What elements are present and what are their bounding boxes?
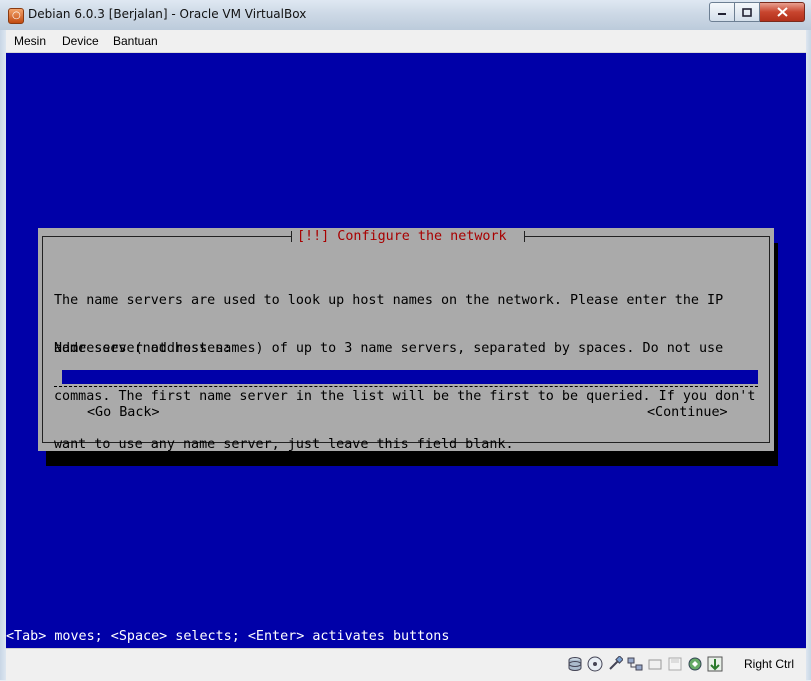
field-edge <box>54 370 62 386</box>
window-controls <box>709 2 805 22</box>
name-server-field <box>54 370 762 387</box>
dialog-border-top-right <box>524 236 770 237</box>
window-frame-right <box>806 30 811 680</box>
description-line: want to use any name server, just leave … <box>54 437 514 452</box>
window-title: Debian 6.0.3 [Berjalan] - Oracle VM Virt… <box>28 7 307 21</box>
description-line: commas. The first name server in the lis… <box>54 389 756 404</box>
maximize-button[interactable] <box>735 2 760 22</box>
title-tick-right <box>524 231 525 242</box>
title-bar: ○ Debian 6.0.3 [Berjalan] - Oracle VM Vi… <box>0 0 811 31</box>
name-server-input[interactable] <box>62 370 762 385</box>
dialog-title: [!!] Configure the network <box>297 229 507 244</box>
description-line: The name servers are used to look up hos… <box>54 293 724 308</box>
host-key-label: Right Ctrl <box>744 657 795 671</box>
status-bar: Right Ctrl <box>6 648 806 681</box>
minimize-icon <box>718 13 726 15</box>
vm-screen[interactable]: [!!] Configure the network The name serv… <box>6 53 806 648</box>
go-back-button[interactable]: <Go Back> <box>87 405 160 421</box>
usb-icon[interactable] <box>606 655 623 672</box>
floppy-icon[interactable] <box>666 655 683 672</box>
field-fill <box>62 370 762 385</box>
virtualbox-icon: ○ <box>8 8 24 24</box>
menu-device[interactable]: Device <box>62 34 99 48</box>
network-icon[interactable] <box>626 655 643 672</box>
minimize-button[interactable] <box>709 2 735 22</box>
optical-drive-icon[interactable] <box>586 655 603 672</box>
close-button[interactable] <box>760 2 805 22</box>
device-icons <box>566 655 723 673</box>
continue-button[interactable]: <Continue> <box>647 405 728 421</box>
menu-mesin[interactable]: Mesin <box>14 34 46 48</box>
menu-bar: Mesin Device Bantuan <box>6 30 806 53</box>
configure-network-dialog: [!!] Configure the network The name serv… <box>38 228 774 452</box>
title-tick-left <box>291 231 292 242</box>
shared-folder-icon[interactable] <box>646 655 663 672</box>
capture-icon[interactable] <box>706 655 723 672</box>
keyboard-hint: <Tab> moves; <Space> selects; <Enter> ac… <box>6 629 450 644</box>
maximize-icon <box>742 7 752 17</box>
hard-disk-icon[interactable] <box>566 655 583 672</box>
dialog-border-top-left <box>42 236 291 237</box>
name-server-label: Name server addresses: <box>54 341 232 356</box>
display-icon[interactable] <box>686 655 703 672</box>
menu-bantuan[interactable]: Bantuan <box>113 34 158 48</box>
close-icon <box>776 7 788 17</box>
